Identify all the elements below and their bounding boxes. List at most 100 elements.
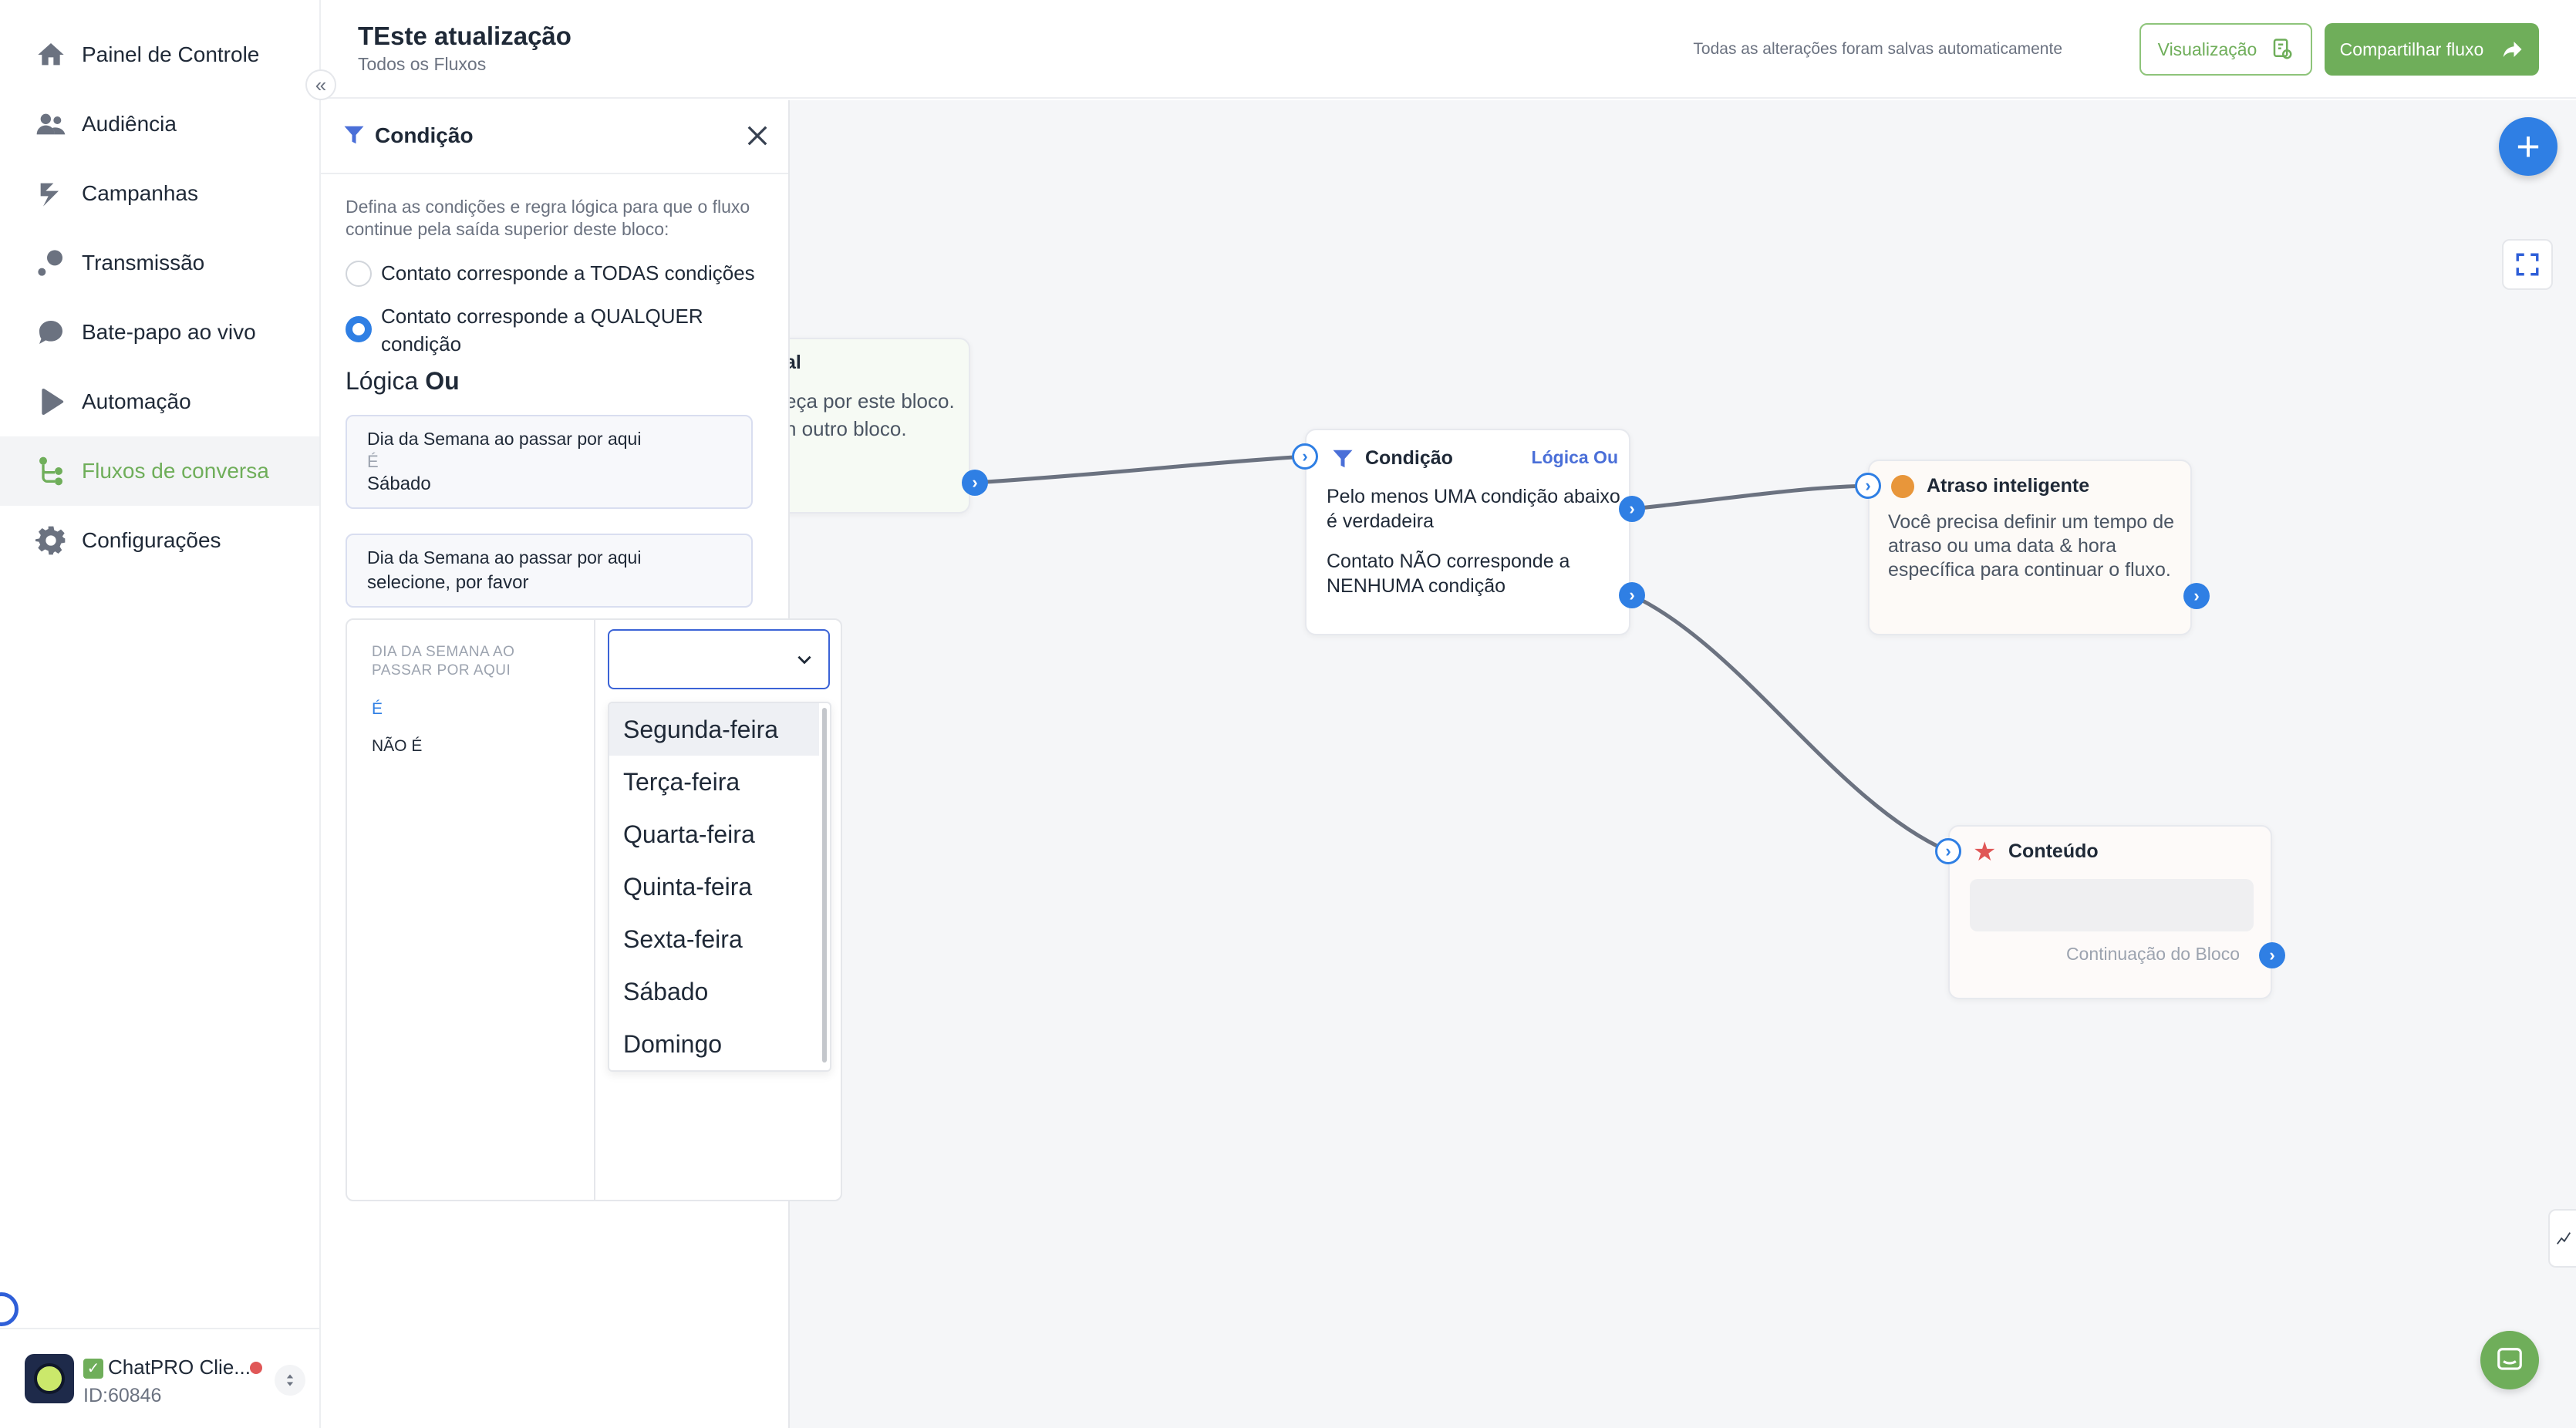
- delay-node-input-port[interactable]: ›: [1855, 473, 1881, 499]
- home-icon: [34, 38, 68, 72]
- campaign-icon: [34, 177, 68, 210]
- chat-bubble-icon: [34, 315, 68, 349]
- dropdown-option[interactable]: Sábado: [609, 965, 819, 1018]
- condition-false-branch: Contato NÃO corresponde a NENHUMA condiç…: [1327, 551, 1570, 597]
- block-continuation-label: Continuação do Bloco: [2065, 944, 2240, 964]
- radio-button[interactable]: [346, 261, 372, 287]
- share-icon: [2504, 42, 2522, 57]
- switch-account-icon[interactable]: [275, 1365, 305, 1396]
- operator-is-not[interactable]: NÃO É: [372, 737, 422, 756]
- condition-true-output-port[interactable]: ›: [1619, 496, 1645, 522]
- content-placeholder: [1970, 879, 2254, 931]
- sidebar-item-label: Configurações: [82, 528, 221, 552]
- smart-delay-node[interactable]: Atraso inteligente Você precisa definir …: [1868, 460, 2192, 635]
- dropdown-option[interactable]: Quinta-feira: [609, 861, 819, 913]
- share-flow-button[interactable]: Compartilhar fluxo: [2325, 23, 2539, 76]
- panel-header: Condição: [321, 100, 788, 174]
- close-icon: [747, 126, 767, 146]
- sidebar-item-conversation-flows[interactable]: Fluxos de conversa: [0, 436, 319, 506]
- gear-icon: [34, 524, 68, 557]
- radio-button-selected[interactable]: [346, 316, 372, 342]
- status-dot: [250, 1362, 262, 1374]
- sidebar-item-label: Audiência: [82, 112, 177, 136]
- account-switcher[interactable]: ✓ ChatPRO Clie... ID:60846: [0, 1328, 319, 1428]
- delay-node-output-port[interactable]: ›: [2183, 583, 2210, 609]
- breadcrumb[interactable]: Todos os Fluxos: [358, 54, 486, 75]
- sidebar-item-audience[interactable]: Audiência: [0, 89, 319, 159]
- bot-face-icon: [34, 1363, 65, 1394]
- dropdown-option[interactable]: Terça-feira: [609, 756, 819, 808]
- sidebar-item-settings[interactable]: Configurações: [0, 506, 319, 575]
- star-icon: ★: [1973, 837, 1997, 867]
- dropdown-option[interactable]: Domingo: [609, 1018, 819, 1070]
- condition-node[interactable]: Condição Lógica Ou Pelo menos UMA condiç…: [1305, 429, 1630, 635]
- support-chat-button[interactable]: [2480, 1331, 2539, 1389]
- node-title: Atraso inteligente: [1927, 475, 2090, 497]
- condition-node-input-port[interactable]: ›: [1292, 443, 1318, 470]
- close-panel-button[interactable]: [740, 119, 774, 153]
- node-title: Conteúdo: [2008, 840, 2099, 862]
- logic-value: Ou: [425, 367, 460, 395]
- dropdown-option[interactable]: Segunda-feira: [609, 703, 819, 756]
- condition-item[interactable]: Dia da Semana ao passar por aqui selecio…: [346, 534, 753, 608]
- chart-icon: [2557, 1232, 2571, 1244]
- side-drawer-tab[interactable]: [2548, 1209, 2576, 1268]
- condition-item[interactable]: Dia da Semana ao passar por aqui É Sábad…: [346, 415, 753, 509]
- dropdown-option[interactable]: Quarta-feira: [609, 808, 819, 861]
- preview-button[interactable]: Visualização: [2139, 23, 2312, 76]
- sidebar-item-label: Bate-papo ao vivo: [82, 320, 256, 344]
- sidebar-item-broadcast[interactable]: Transmissão: [0, 228, 319, 298]
- logic-summary: Lógica Ou: [346, 367, 460, 396]
- autosave-status: Todas as alterações foram salvas automat…: [1693, 40, 2062, 58]
- flow-canvas[interactable]: [790, 100, 2576, 1428]
- collapse-sidebar-button[interactable]: «: [305, 69, 336, 100]
- sidebar-item-label: Campanhas: [82, 181, 198, 205]
- content-node-output-port[interactable]: ›: [2259, 942, 2285, 968]
- condition-value: selecione, por favor: [367, 572, 529, 593]
- dropdown-option[interactable]: Sexta-feira: [609, 913, 819, 965]
- condition-editor-popover: DIA DA SEMANA AO PASSAR POR AQUI É NÃO É…: [346, 618, 842, 1201]
- divider: [594, 620, 595, 1200]
- radio-label: Contato corresponde a QUALQUER condição: [381, 305, 703, 355]
- radio-label: Contato corresponde a TODAS condições: [381, 261, 755, 285]
- radio-match-any[interactable]: Contato corresponde a QUALQUER condição: [346, 302, 720, 358]
- node-title: Condição: [1365, 447, 1453, 469]
- condition-field: Dia da Semana ao passar por aqui: [367, 429, 642, 449]
- clock-icon: [1891, 475, 1914, 498]
- avatar: [25, 1354, 74, 1403]
- panel-description: Defina as condições e regra lógica para …: [346, 197, 750, 239]
- logic-prefix: Lógica: [346, 367, 419, 395]
- sidebar-item-label: Painel de Controle: [82, 42, 260, 66]
- weekday-select[interactable]: [608, 629, 830, 689]
- sidebar-item-campaigns[interactable]: Campanhas: [0, 159, 319, 228]
- operator-is[interactable]: É: [372, 700, 383, 719]
- page-title[interactable]: TEste atualização: [358, 22, 572, 51]
- sidebar-item-live-chat[interactable]: Bate-papo ao vivo: [0, 298, 319, 367]
- add-block-button[interactable]: +: [2499, 117, 2557, 176]
- condition-field: Dia da Semana ao passar por aqui: [367, 547, 642, 567]
- field-label: DIA DA SEMANA AO PASSAR POR AQUI: [372, 644, 515, 679]
- radio-match-all[interactable]: Contato corresponde a TODAS condições: [346, 259, 767, 287]
- play-icon: [34, 385, 68, 419]
- sidebar-nav: Painel de Controle Audiência Campanhas T…: [0, 20, 319, 575]
- expand-icon: [2516, 253, 2539, 276]
- chat-icon: [2497, 1348, 2522, 1370]
- scrollbar[interactable]: [822, 708, 827, 1063]
- content-node-input-port[interactable]: ›: [1935, 838, 1961, 864]
- node-description: Você precisa definir um tempo de atraso …: [1888, 511, 2175, 581]
- condition-panel: Condição Defina as condições e regra lóg…: [321, 100, 842, 1428]
- condition-true-branch: Pelo menos UMA condição abaixo é verdade…: [1327, 486, 1620, 532]
- sidebar-item-dashboard[interactable]: Painel de Controle: [0, 20, 319, 89]
- filter-icon: [1333, 450, 1353, 468]
- sidebar-item-label: Fluxos de conversa: [82, 459, 269, 483]
- sidebar-item-automation[interactable]: Automação: [0, 367, 319, 436]
- sidebar: Painel de Controle Audiência Campanhas T…: [0, 0, 321, 1428]
- users-icon: [34, 107, 68, 141]
- start-node-output-port[interactable]: ›: [962, 470, 988, 496]
- condition-false-output-port[interactable]: ›: [1619, 582, 1645, 608]
- fit-view-button[interactable]: [2502, 239, 2553, 290]
- verified-icon: ✓: [83, 1359, 103, 1379]
- panel-title: Condição: [375, 123, 474, 147]
- content-node[interactable]: ★ Conteúdo Continuação do Bloco: [1948, 825, 2272, 999]
- share-button-label: Compartilhar fluxo: [2339, 39, 2484, 59]
